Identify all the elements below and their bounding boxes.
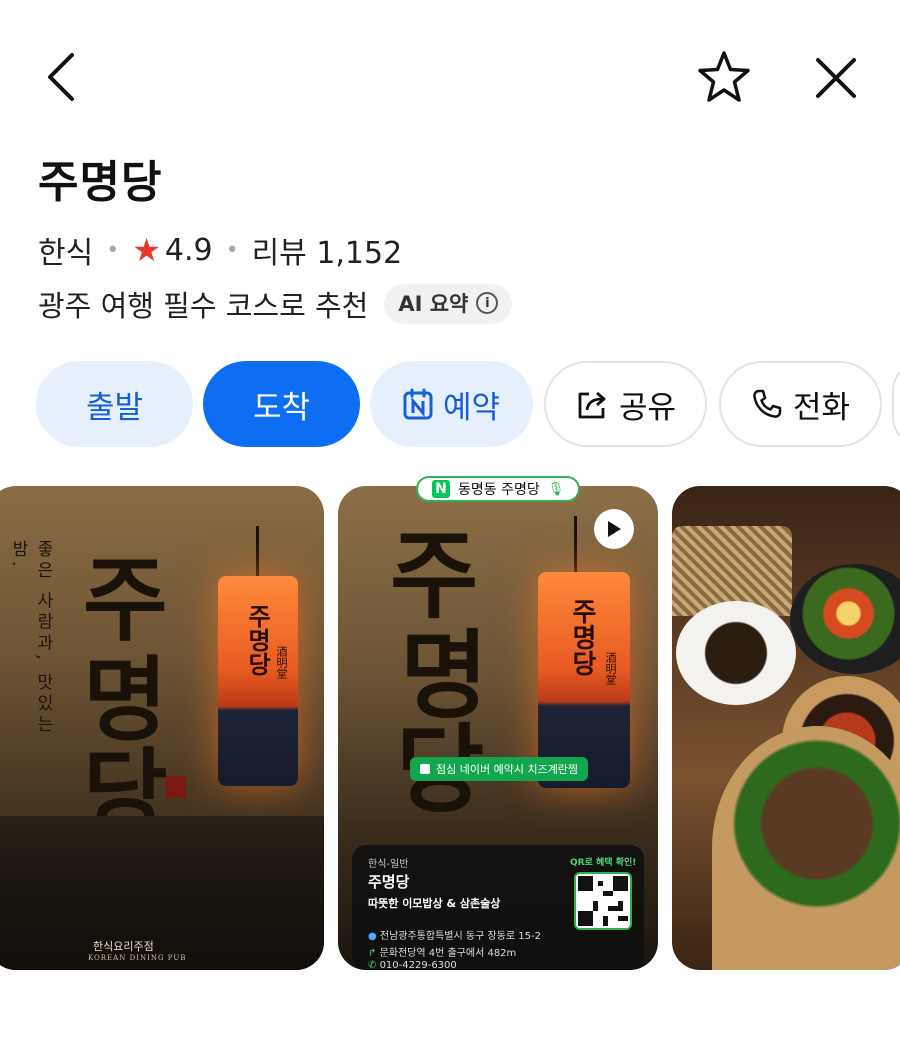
grilled-meat-platter — [712, 726, 900, 970]
footer-subtitle: KOREAN DINING PUB — [88, 954, 187, 962]
city-skyline — [0, 816, 324, 970]
star-icon: ★ — [132, 231, 161, 269]
reserve-label: 예약 — [442, 389, 501, 426]
depart-button[interactable]: 출발 — [36, 361, 193, 447]
arrive-label: 도착 — [252, 389, 311, 426]
back-button[interactable] — [36, 48, 86, 106]
reviews-link[interactable]: 리뷰 1,152 — [252, 228, 403, 272]
ai-summary-chip[interactable]: AI 요약 i — [384, 284, 513, 324]
separator-dot: • — [225, 237, 239, 263]
place-badge-label: 동명동 주명당 — [458, 482, 540, 498]
share-icon — [575, 388, 609, 420]
phone-icon — [751, 388, 783, 420]
category: 한식 — [38, 236, 94, 271]
place-badge: N 동명동 주명당 🎙 — [416, 476, 581, 502]
naver-calendar-icon — [403, 388, 433, 420]
info-phone: ✆ 010-4229-6300 — [368, 960, 457, 971]
lantern-hanja: 酒明堂 — [604, 652, 617, 685]
reserve-button[interactable]: 예약 — [370, 361, 533, 447]
photo-card-poster[interactable]: 좋은 사람과, 맛있는 밤. 주 명 당 주명당 酒明堂 한식요리주점 KORE… — [0, 486, 324, 970]
info-station: ↱ 문화전당역 4번 출구에서 482m — [368, 948, 517, 959]
tagline: 광주 여행 필수 코스로 추천 — [38, 289, 369, 323]
place-info-card: 한식-일반 주명당 따뜻한 이모밥상 & 삼촌술상 ● 전남광주통합특별시 동구… — [352, 845, 644, 971]
footer-title: 한식요리주점 — [93, 940, 154, 953]
qr-code[interactable] — [574, 872, 632, 930]
naver-logo-icon: N — [432, 480, 450, 498]
mic-icon: 🎙 — [547, 481, 565, 497]
pin-icon: ● — [368, 931, 380, 942]
favorite-button[interactable] — [694, 48, 754, 106]
play-icon — [608, 521, 621, 537]
play-button[interactable] — [594, 509, 634, 549]
place-meta: 한식 • ★ 4.9 • 리뷰 1,152 — [38, 228, 402, 272]
action-bar: 출발 도착 예약 공유 전화 — [36, 361, 900, 449]
info-address: ● 전남광주통합특별시 동구 장동로 15-2 — [368, 931, 541, 942]
chevron-left-icon — [48, 53, 74, 101]
close-button[interactable] — [808, 50, 864, 106]
lantern-cord — [574, 516, 577, 572]
arrive-button[interactable]: 도착 — [203, 361, 360, 447]
promo-label: 점심 네이버 예약시 치즈계란찜 — [436, 763, 579, 776]
lantern-text: 주명당 — [243, 604, 272, 676]
phone-small-icon: ✆ — [368, 960, 380, 971]
star-outline-icon — [698, 51, 750, 102]
info-category: 한식-일반 — [368, 859, 409, 870]
promo-banner: 점심 네이버 예약시 치즈계란찜 — [410, 757, 589, 781]
info-name: 주명당 — [368, 873, 410, 891]
photo-gallery[interactable]: 좋은 사람과, 맛있는 밤. 주 명 당 주명당 酒明堂 한식요리주점 KORE… — [0, 476, 900, 971]
rating-value: 4.9 — [164, 232, 213, 268]
close-icon — [816, 58, 856, 98]
noodle-bowl — [676, 601, 796, 705]
tagline-row: 광주 여행 필수 코스로 추천 AI 요약 i — [38, 283, 513, 325]
place-name: 주명당 — [38, 157, 163, 208]
info-icon: i — [476, 292, 499, 314]
top-bar — [0, 0, 900, 150]
info-desc: 따뜻한 이모밥상 & 삼촌술상 — [368, 897, 501, 910]
depart-label: 출발 — [85, 389, 144, 426]
route-icon: ↱ — [368, 948, 380, 959]
qr-label: QR로 혜택 확인! — [570, 858, 637, 868]
poster-seal — [166, 776, 186, 798]
lantern-text: 주명당 — [567, 598, 597, 676]
ai-summary-label: AI 요약 — [398, 292, 469, 316]
call-button[interactable]: 전화 — [719, 361, 882, 447]
poster-vertical-text: 좋은 사람과, 맛있는 밤. — [8, 540, 53, 737]
lantern-hanja: 酒明堂 — [275, 646, 288, 679]
more-button[interactable] — [892, 361, 900, 447]
photo-card-food[interactable] — [672, 486, 900, 970]
call-label: 전화 — [792, 389, 851, 426]
lantern-cord — [256, 526, 259, 576]
share-label: 공유 — [618, 389, 677, 426]
separator-dot: • — [106, 237, 120, 263]
share-button[interactable]: 공유 — [544, 361, 707, 447]
gift-icon — [420, 764, 430, 774]
bibimbap-bowl — [790, 564, 900, 674]
